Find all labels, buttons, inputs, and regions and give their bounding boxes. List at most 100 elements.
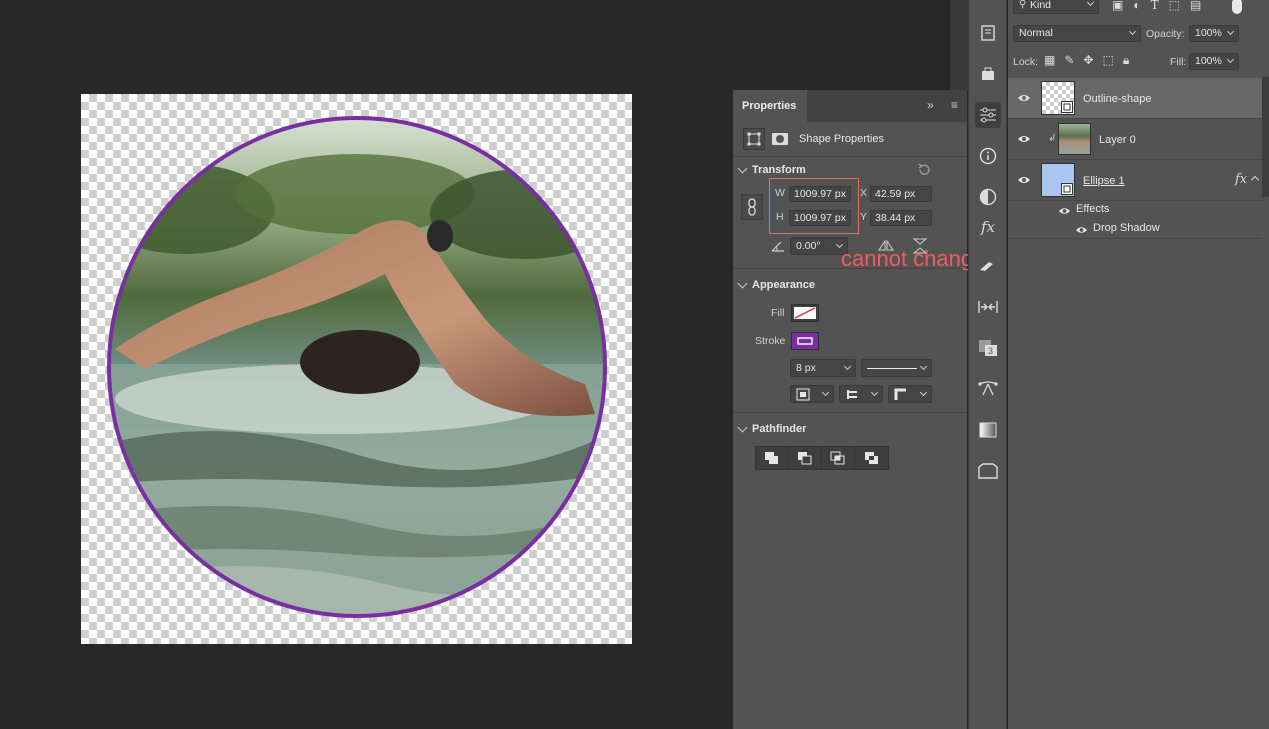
stroke-swatch[interactable] [791, 332, 819, 350]
layer-filter-dropdown[interactable]: ⚲ Kind [1013, 0, 1099, 14]
fx-icon[interactable]: fx [1235, 172, 1247, 187]
lock-transparent-pixels-icon[interactable]: ▦ [1044, 53, 1055, 68]
filter-toggle-switch[interactable] [1232, 0, 1242, 14]
appearance-section-header[interactable]: Appearance [737, 278, 815, 291]
panel-menu-icon[interactable]: ≡ [951, 98, 958, 112]
layer-row-layer-0[interactable]: ↲ Layer 0 [1008, 119, 1263, 160]
line-cap-icon [847, 390, 857, 399]
combine-shapes-button[interactable] [756, 447, 789, 469]
fill-label: Fill: [1170, 56, 1187, 68]
opacity-field[interactable]: 100% [1189, 25, 1239, 42]
layer-name[interactable]: Outline-shape [1083, 93, 1152, 105]
collapse-icon[interactable]: » [927, 98, 934, 112]
svg-text:3: 3 [988, 346, 993, 356]
brush-icon [980, 262, 993, 271]
visibility-eye-icon[interactable] [1075, 225, 1088, 235]
chevron-down-icon [919, 388, 928, 397]
styles-panel-button[interactable]: fx [975, 214, 1001, 240]
layer-row-outline-shape[interactable]: Outline-shape [1008, 78, 1263, 119]
y-field[interactable]: 38.44 px [870, 210, 932, 226]
lock-position-icon[interactable]: ✥ [1083, 53, 1093, 68]
sliders-icon [980, 107, 996, 123]
lock-icons: ▦ ✎ ✥ ⬚ 🔒︎ [1044, 53, 1129, 68]
stroke-corners-dropdown[interactable] [888, 385, 932, 403]
exclude-shapes-icon [864, 452, 878, 464]
annotation-highlight-box [769, 178, 859, 234]
search-icon: ⚲ [1019, 0, 1027, 10]
fill-opacity-field[interactable]: 100% [1189, 53, 1239, 70]
paths-panel-button[interactable] [975, 376, 1001, 402]
shape-transform-icon[interactable] [743, 128, 765, 150]
spacing-icon [978, 301, 998, 313]
x-field[interactable]: 42.59 px [870, 186, 932, 202]
character-panel-button[interactable] [975, 294, 1001, 320]
chevron-down-icon [1128, 27, 1137, 36]
link-proportions-button[interactable] [741, 194, 763, 220]
shapes-panel-button[interactable] [975, 458, 1001, 484]
lock-all-icon[interactable]: 🔒︎ [1123, 53, 1129, 68]
pathfinder-title: Pathfinder [752, 423, 807, 435]
transform-title: Transform [752, 164, 806, 176]
divider [733, 156, 967, 157]
subtract-front-shape-button[interactable] [789, 447, 822, 469]
intersect-shapes-button[interactable] [822, 447, 855, 469]
visibility-eye-icon[interactable] [1017, 134, 1031, 144]
info-panel-button[interactable] [975, 143, 1001, 169]
mask-icon[interactable] [769, 128, 791, 150]
libraries-panel-button[interactable] [975, 61, 1001, 87]
effects-row[interactable]: Effects [1008, 201, 1263, 220]
fx-icon: fx [980, 218, 995, 236]
exclude-overlapping-button[interactable] [855, 447, 888, 469]
history-panel-button[interactable] [975, 20, 1001, 46]
gradients-panel-button[interactable] [975, 417, 1001, 443]
visibility-eye-icon[interactable] [1058, 206, 1071, 216]
layer-row-ellipse-1[interactable]: Ellipse 1 fx [1008, 160, 1263, 201]
lock-image-pixels-icon[interactable]: ✎ [1064, 53, 1074, 68]
reset-icon[interactable] [917, 163, 931, 177]
document-canvas[interactable] [81, 94, 632, 644]
align-stroke-icon [796, 388, 810, 401]
fill-opacity-value: 100% [1195, 55, 1222, 67]
lock-artboard-icon[interactable]: ⬚ [1102, 53, 1113, 68]
fill-swatch[interactable] [791, 304, 819, 322]
combine-shapes-icon [765, 452, 778, 464]
layers-scrollbar[interactable] [1262, 77, 1269, 197]
chevron-up-icon[interactable] [1250, 175, 1260, 185]
layer-thumbnail [1041, 163, 1075, 197]
stroke-width-field[interactable]: 8 px [790, 359, 856, 377]
layer-name[interactable]: Ellipse 1 [1083, 175, 1125, 187]
layer-name[interactable]: Layer 0 [1099, 134, 1136, 146]
angle-icon [771, 241, 784, 252]
angle-field[interactable]: 0.00° [790, 237, 848, 255]
type-filter-icon[interactable]: T [1151, 0, 1159, 12]
appearance-title: Appearance [752, 279, 815, 291]
stroke-caps-dropdown[interactable] [839, 385, 883, 403]
blend-mode-dropdown[interactable]: Normal [1013, 25, 1141, 42]
tab-properties[interactable]: Properties [733, 90, 807, 122]
brush-panel-button[interactable] [975, 252, 1001, 278]
properties-panel-button[interactable] [975, 102, 1001, 128]
pathfinder-section-header[interactable]: Pathfinder [737, 422, 807, 435]
align-stroke-dropdown[interactable] [790, 385, 834, 403]
drop-shadow-row[interactable]: Drop Shadow [1008, 220, 1263, 239]
pixel-filter-icon[interactable]: ▣ [1112, 0, 1123, 12]
shape-filter-icon[interactable]: ⬚ [1169, 0, 1180, 12]
adjustment-filter-icon[interactable]: ◐ [1133, 0, 1140, 12]
layers-panel: ⚲ Kind ▣ ◐ T ⬚ ▤ Normal Opacity: 100% Lo… [1008, 0, 1269, 729]
shape-layer-badge-icon [1061, 101, 1073, 113]
chevron-down-icon [1226, 55, 1235, 64]
adjustments-panel-button[interactable] [975, 184, 1001, 210]
stroke-type-dropdown[interactable] [861, 359, 932, 377]
ellipse-photo-layer[interactable] [105, 114, 609, 620]
shape-layer-badge-icon [1061, 183, 1073, 195]
smart-object-filter-icon[interactable]: ▤ [1190, 0, 1201, 12]
visibility-eye-icon[interactable] [1017, 175, 1031, 185]
visibility-eye-icon[interactable] [1017, 93, 1031, 103]
layer-comps-button[interactable]: 3 [975, 335, 1001, 361]
chain-link-icon [748, 198, 756, 216]
chevron-down-icon [737, 278, 748, 288]
filter-kind-value: Kind [1030, 0, 1052, 11]
opacity-label: Opacity: [1146, 28, 1185, 40]
document-icon [981, 25, 995, 41]
transform-section-header[interactable]: Transform [737, 163, 806, 176]
